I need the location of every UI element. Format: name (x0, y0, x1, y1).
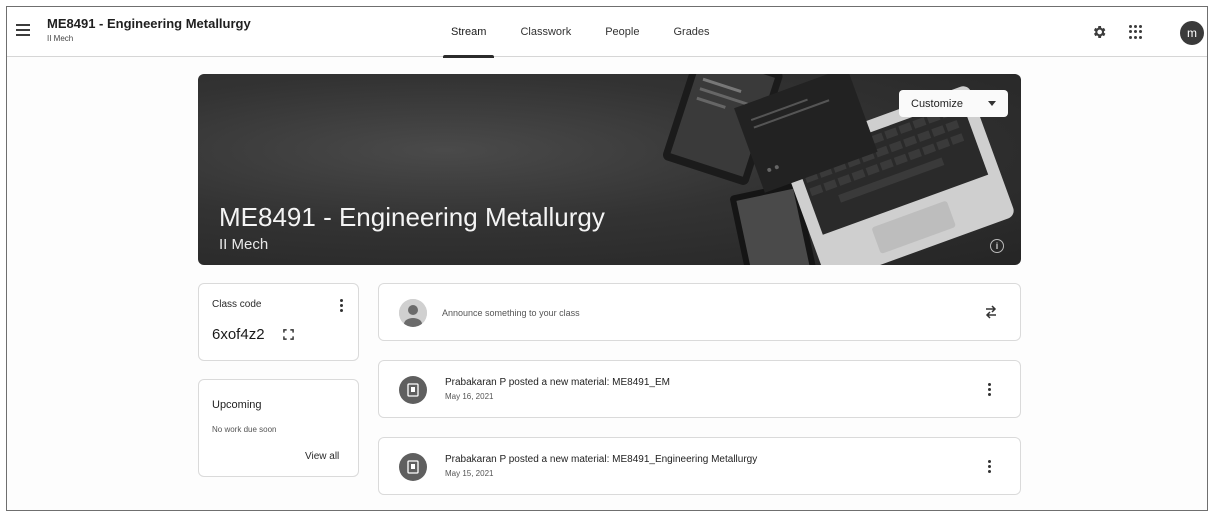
tab-stream[interactable]: Stream (437, 7, 500, 58)
gear-icon[interactable] (1091, 24, 1107, 40)
class-code-more-icon[interactable] (340, 299, 344, 313)
post-date: May 15, 2021 (445, 469, 494, 478)
material-icon (399, 453, 427, 481)
post-title: Prabakaran P posted a new material: ME84… (445, 377, 670, 388)
top-bar: ME8491 - Engineering Metallurgy II Mech … (7, 7, 1207, 58)
tab-people[interactable]: People (591, 7, 653, 57)
apps-icon[interactable] (1129, 25, 1143, 39)
banner-class-section: II Mech (219, 236, 269, 253)
class-code-value: 6xof4z2 (212, 326, 265, 343)
avatar[interactable]: m (1180, 21, 1204, 45)
customize-label: Customize (911, 97, 963, 110)
tab-grades[interactable]: Grades (659, 7, 723, 57)
material-icon (399, 376, 427, 404)
header-class-title[interactable]: ME8491 - Engineering Metallurgy (47, 16, 251, 31)
tab-classwork[interactable]: Classwork (506, 7, 585, 57)
banner-laptop-illustration (662, 74, 1014, 265)
stream-post[interactable]: Prabakaran P posted a new material: ME84… (378, 437, 1021, 495)
post-date: May 16, 2021 (445, 392, 494, 401)
user-avatar-icon (399, 299, 427, 327)
upcoming-empty-text: No work due soon (212, 425, 277, 434)
customize-button[interactable]: Customize (899, 90, 1008, 117)
class-code-card: Class code 6xof4z2 (198, 283, 359, 361)
nav-tabs: Stream Classwork People Grades (437, 7, 730, 58)
header-class-section: II Mech (47, 34, 74, 43)
banner-class-title: ME8491 - Engineering Metallurgy (219, 202, 605, 232)
announce-box[interactable]: Announce something to your class (378, 283, 1021, 341)
info-icon[interactable]: i (990, 239, 1004, 253)
post-title: Prabakaran P posted a new material: ME84… (445, 454, 758, 465)
upcoming-title: Upcoming (212, 399, 262, 411)
class-code-label: Class code (212, 299, 262, 310)
post-more-icon[interactable] (988, 460, 992, 474)
classroom-window: ME8491 - Engineering Metallurgy II Mech … (6, 6, 1208, 511)
upcoming-card: Upcoming No work due soon View all (198, 379, 359, 477)
announce-placeholder: Announce something to your class (442, 308, 580, 318)
view-all-link[interactable]: View all (305, 451, 339, 462)
repost-icon[interactable] (984, 305, 998, 319)
fullscreen-icon[interactable] (283, 329, 294, 340)
menu-icon[interactable] (16, 24, 30, 36)
class-banner: ME8491 - Engineering Metallurgy II Mech … (198, 74, 1021, 265)
stream-post[interactable]: Prabakaran P posted a new material: ME84… (378, 360, 1021, 418)
caret-down-icon (988, 101, 996, 106)
post-more-icon[interactable] (988, 383, 992, 397)
